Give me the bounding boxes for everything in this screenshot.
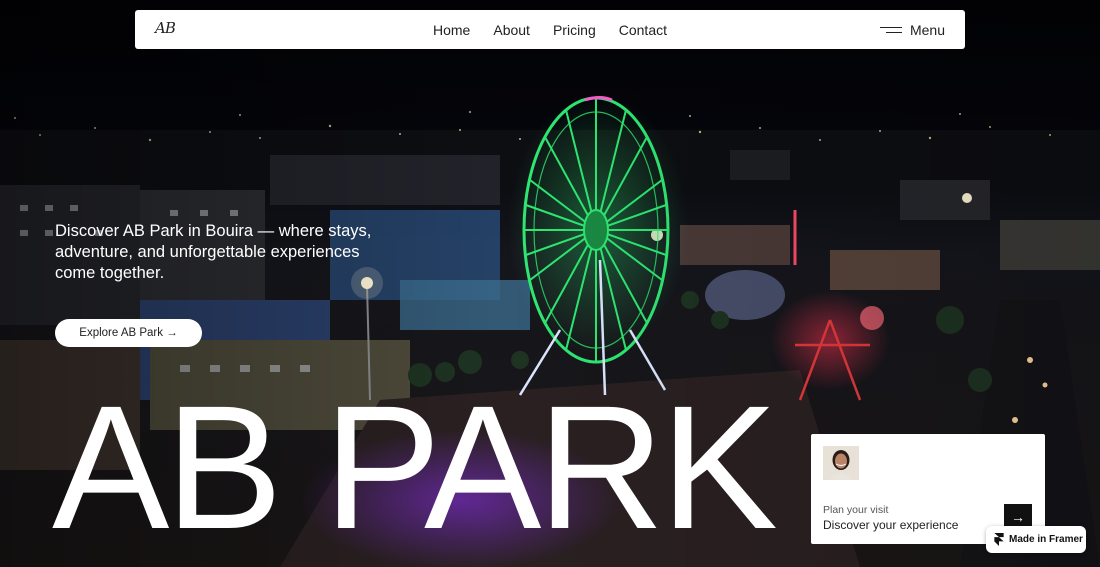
menu-label: Menu: [909, 21, 945, 38]
nav-link-home[interactable]: Home: [433, 22, 470, 38]
badge-label: Made in Framer: [1009, 534, 1083, 545]
nav-link-pricing[interactable]: Pricing: [553, 22, 596, 38]
hero-tagline: Discover AB Park in Bouira — where stays…: [55, 222, 372, 282]
card-title: Discover your experience: [823, 518, 959, 532]
made-in-framer-badge[interactable]: Made in Framer: [986, 526, 1086, 553]
hero-title: AB PARK: [52, 370, 778, 566]
nav-link-about[interactable]: About: [493, 22, 530, 38]
explore-park-button[interactable]: Explore AB Park →: [55, 319, 202, 347]
card-kicker: Plan your visit: [823, 504, 889, 516]
top-nav: AB Home About Pricing Contact Menu: [135, 10, 965, 49]
person-avatar-icon: [823, 446, 859, 480]
menu-icon: [879, 25, 902, 35]
nav-link-contact[interactable]: Contact: [619, 22, 667, 38]
avatar: [823, 446, 859, 480]
menu-button[interactable]: Menu: [879, 10, 945, 49]
framer-logo-icon: [994, 533, 1004, 546]
nav-links: Home About Pricing Contact: [135, 10, 965, 49]
